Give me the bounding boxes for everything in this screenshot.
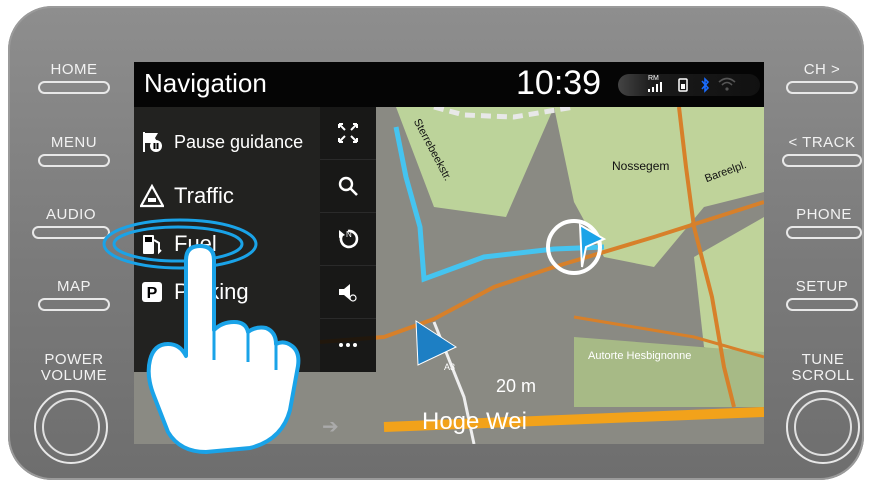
audio-button[interactable]: AUDIO [32,207,110,239]
wifi-icon [718,77,736,91]
home-button[interactable]: HOME [38,62,110,94]
menu-item-pause-guidance[interactable]: Pause guidance [140,125,303,159]
rotate-north-button[interactable]: N [320,213,376,266]
pause-guidance-flag-icon [143,132,162,152]
battery-icon [678,78,688,92]
clock: 10:39 [516,64,602,102]
map-label-nossegem: Nossegem [612,159,670,173]
track-prev-button[interactable]: < TRACK [782,135,862,167]
guidance-bar: 20 m ➔ Hoge Wei [134,372,764,444]
search-button[interactable] [320,160,376,213]
screen-title: Navigation [144,68,267,98]
rm-indicator: RM [648,75,659,82]
setup-button[interactable]: SETUP [786,279,858,311]
power-volume-knob[interactable] [34,390,108,464]
fullscreen-button[interactable] [320,107,376,160]
track-prev-label: < TRACK [788,134,856,151]
traffic-warning-icon [140,184,164,208]
fuel-label: Fuel [174,231,217,256]
phone-button[interactable]: PHONE [786,207,862,239]
traffic-label: Traffic [174,183,234,208]
phone-button-label: PHONE [796,206,852,223]
rotate-north-icon: N [339,229,359,249]
map-button-label: MAP [56,278,91,295]
pause-guidance-label: Pause guidance [174,131,304,152]
svg-text:P: P [147,285,158,302]
map-button[interactable]: MAP [38,279,110,311]
head-unit: HOME MENU AUDIO MAP POWER VOLUME CH > < … [0,0,872,486]
menu-item-traffic[interactable]: Traffic [140,179,234,213]
map-tools-column: N [320,107,376,372]
ch-next-button[interactable]: CH > [786,62,858,94]
fullscreen-icon [338,123,358,143]
audio-button-label: AUDIO [45,206,96,223]
map-label-autorte: Autorte Hesbignonne [588,350,692,362]
distance-to-turn: 20 m [496,376,537,396]
menu-button-label: MENU [50,134,98,151]
setup-button-label: SETUP [795,278,849,295]
menu-item-fuel[interactable]: Fuel [140,227,217,261]
home-button-label: HOME [50,61,98,78]
turn-arrow-icon: ➔ [322,416,339,438]
search-icon [338,176,358,196]
fuel-pump-icon [143,235,162,255]
nav-quick-menu: Pause guidance Traffic Fuel P Parking [134,107,320,372]
volume-mute-icon [339,284,357,302]
more-icon [339,343,357,347]
bluetooth-icon [701,77,710,93]
svg-text:N: N [346,230,352,239]
parking-icon: P [142,282,162,302]
map-label-a3: A3 [444,362,456,372]
tune-scroll-label: TUNE SCROLL [791,351,855,384]
ch-next-label: CH > [803,61,841,78]
next-street: Hoge Wei [422,408,527,435]
menu-button[interactable]: MENU [38,135,110,167]
more-button[interactable] [320,319,376,371]
volume-button[interactable] [320,266,376,319]
status-header: Navigation 10:39 RM [134,62,764,107]
tune-scroll-knob[interactable] [786,390,860,464]
parking-label: Parking [174,279,249,304]
display-screen: Sterrebeekstr. Nossegem Bareelpl. Autort… [134,62,764,444]
menu-item-parking[interactable]: P Parking [140,275,249,309]
power-volume-label: POWER VOLUME [40,351,108,384]
status-bar: RM [618,74,760,96]
signal-strength-icon [648,82,662,92]
